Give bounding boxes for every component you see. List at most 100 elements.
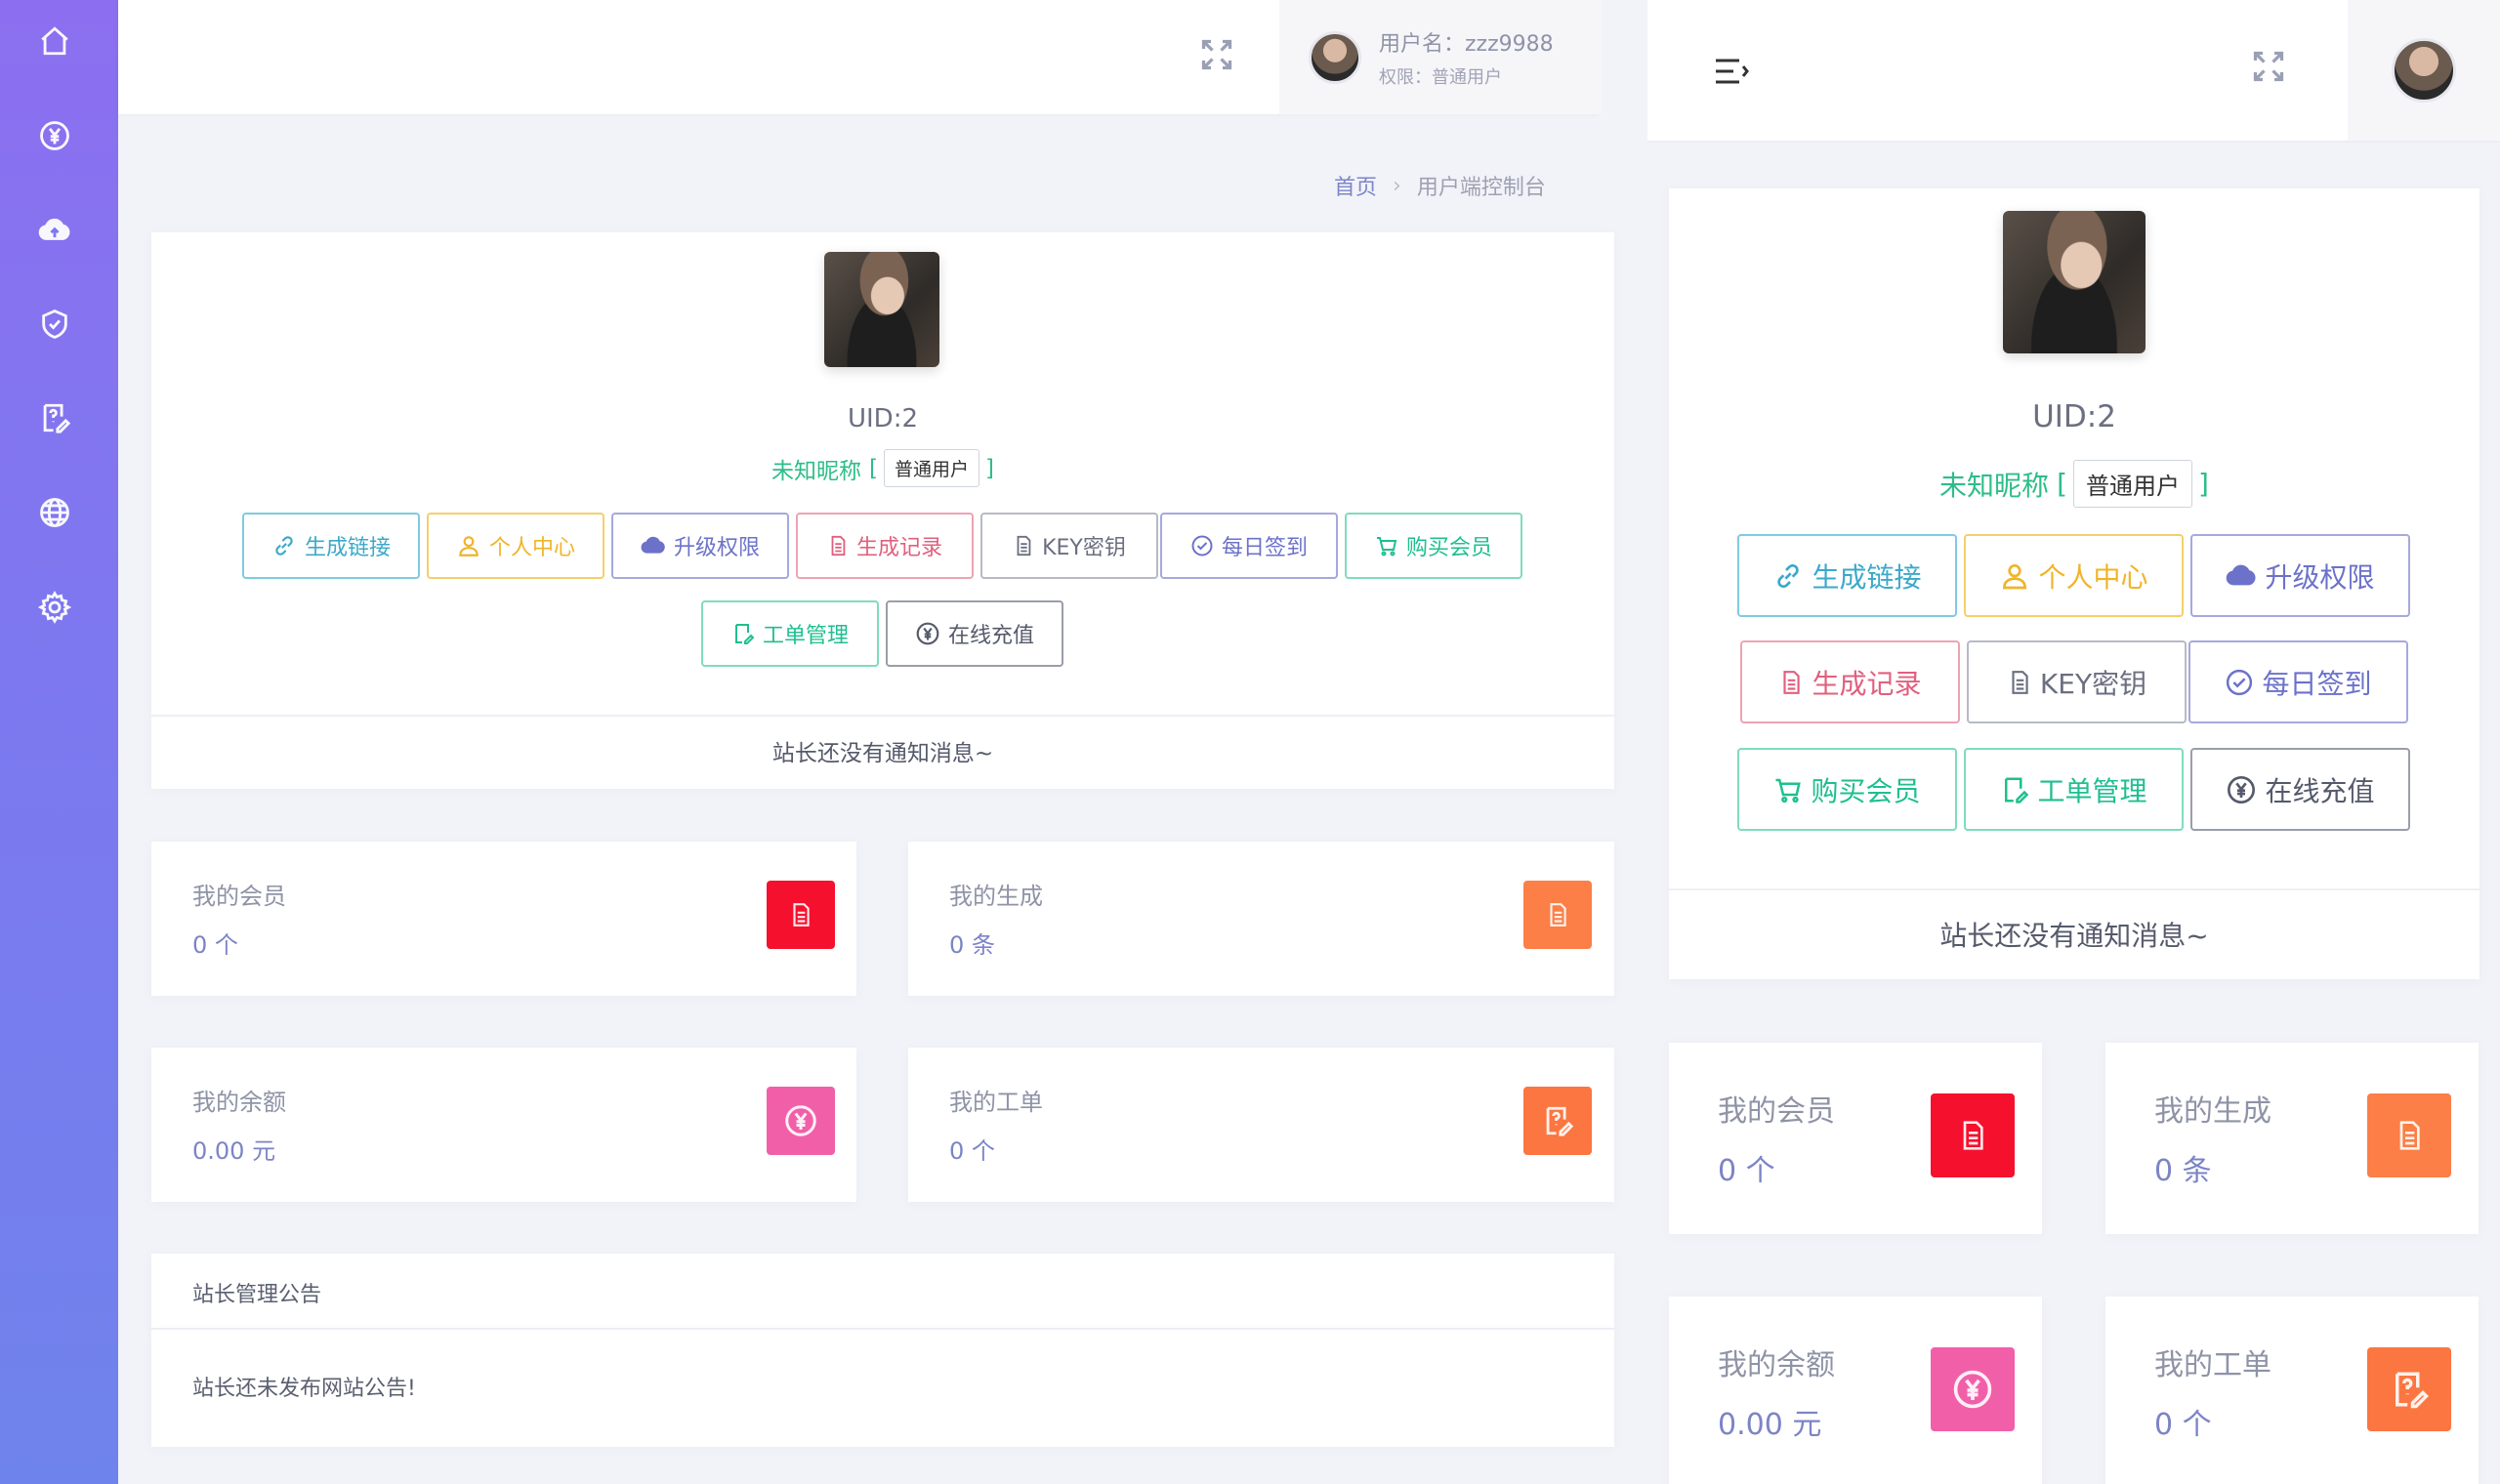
stat-card-tickets: 我的工单 0 个: [908, 1048, 1614, 1202]
user-info[interactable]: 用户名：zzz9988 权限：普通用户: [1279, 0, 1602, 114]
bracket-open: [: [2057, 468, 2067, 500]
uid-label: UID:2: [2032, 399, 2116, 434]
link-icon: [1772, 560, 1804, 592]
breadcrumb-current: 用户端控制台: [1416, 176, 1546, 200]
stat-card-balance: 我的余额 0.00 元: [151, 1048, 856, 1202]
uid-label: UID:2: [847, 404, 919, 433]
nickname-label: 未知昵称: [1939, 469, 2050, 502]
ticket-edit-icon: [1523, 1087, 1592, 1155]
fullscreen-icon[interactable]: [2251, 49, 2286, 84]
generate-record-button[interactable]: 生成记录: [1740, 640, 1960, 723]
stat-value: 0 个: [949, 1137, 995, 1165]
generate-link-button[interactable]: 生成链接: [242, 513, 420, 579]
key-secret-button[interactable]: KEY密钥: [980, 513, 1158, 579]
nickname-row: 未知昵称 [ 普通用户 ]: [151, 449, 1614, 487]
stat-label: 我的会员: [1718, 1094, 1835, 1129]
role-tag: 普通用户: [2073, 460, 2192, 508]
key-secret-label: KEY密钥: [1042, 536, 1126, 560]
user-info[interactable]: [2348, 0, 2500, 141]
stat-value: 0 条: [949, 931, 995, 959]
online-recharge-button[interactable]: 在线充值: [886, 600, 1063, 667]
personal-center-button[interactable]: 个人中心: [1964, 534, 2184, 617]
fullscreen-icon[interactable]: [1199, 37, 1234, 72]
daily-checkin-button[interactable]: 每日签到: [2188, 640, 2408, 723]
breadcrumb-separator: ›: [1393, 173, 1401, 198]
home-icon[interactable]: [35, 21, 74, 61]
bracket-close: ]: [985, 455, 994, 481]
ticket-management-button[interactable]: 工单管理: [1964, 748, 2184, 831]
document-icon: [1778, 670, 1804, 695]
announcement-title: 站长管理公告: [192, 1283, 322, 1307]
breadcrumb: 首页 › 用户端控制台: [1334, 170, 1546, 201]
upgrade-permission-button[interactable]: 升级权限: [611, 513, 789, 579]
ticket-management-label: 工单管理: [2037, 774, 2147, 807]
user-icon: [1999, 560, 2030, 592]
avatar[interactable]: [2392, 38, 2456, 103]
profile-photo: [2003, 211, 2146, 353]
upgrade-permission-label: 升级权限: [2265, 560, 2375, 594]
check-circle-icon: [1190, 534, 1214, 557]
announcement-body-card: 站长还未发布网站公告!: [151, 1330, 1614, 1447]
shield-check-icon[interactable]: [35, 305, 74, 344]
stat-card-membership: 我的会员 0 个: [1669, 1043, 2042, 1234]
yuan-icon[interactable]: [35, 116, 74, 155]
daily-checkin-label: 每日签到: [2262, 667, 2372, 700]
breadcrumb-home-link[interactable]: 首页: [1334, 170, 1377, 201]
personal-center-label: 个人中心: [2038, 560, 2148, 594]
buy-membership-button[interactable]: 购买会员: [1345, 513, 1522, 579]
stat-value: 0.00 元: [1718, 1408, 1822, 1442]
upgrade-permission-button[interactable]: 升级权限: [2190, 534, 2410, 617]
mobile-header: [1647, 0, 2500, 143]
buy-membership-button[interactable]: 购买会员: [1737, 748, 1957, 831]
top-header: 用户名：zzz9988 权限：普通用户: [118, 0, 1602, 114]
online-recharge-label: 在线充值: [947, 624, 1034, 648]
document-icon: [767, 881, 835, 949]
generate-record-label: 生成记录: [1812, 667, 1922, 700]
stat-value: 0 条: [2154, 1154, 2212, 1188]
globe-icon[interactable]: [35, 493, 74, 532]
stat-value: 0 个: [192, 931, 238, 959]
stat-label: 我的生成: [2154, 1094, 2271, 1129]
cart-icon: [1773, 775, 1803, 804]
yuan-circle-icon: [767, 1087, 835, 1155]
generate-link-label: 生成链接: [304, 536, 391, 560]
personal-center-button[interactable]: 个人中心: [427, 513, 604, 579]
daily-checkin-button[interactable]: 每日签到: [1160, 513, 1338, 579]
yuan-circle-icon: [1931, 1347, 2015, 1431]
generate-link-label: 生成链接: [1812, 560, 1922, 594]
ticket-icon[interactable]: [35, 398, 74, 437]
link-icon: [271, 533, 297, 558]
profile-card: UID:2 未知昵称 [ 普通用户 ] 生成链接 个人中心 升级权限 生成记录 …: [1669, 188, 2479, 979]
daily-checkin-label: 每日签到: [1221, 536, 1308, 560]
bracket-open: [: [869, 455, 878, 481]
cloud-upload-icon[interactable]: [35, 211, 74, 250]
stat-value: 0.00 元: [192, 1137, 276, 1165]
profile-photo: [824, 252, 939, 367]
avatar[interactable]: [1309, 30, 1361, 84]
document-icon: [2367, 1093, 2451, 1177]
announcement-body: 站长还未发布网站公告!: [192, 1377, 416, 1401]
yuan-circle-icon: [915, 621, 940, 646]
online-recharge-label: 在线充值: [2265, 774, 2375, 807]
stat-value: 0 个: [2154, 1408, 2212, 1442]
ticket-management-label: 工单管理: [762, 624, 849, 648]
stat-label: 我的工单: [2154, 1348, 2271, 1382]
role-tag: 普通用户: [883, 449, 979, 487]
nickname-label: 未知昵称: [771, 458, 861, 484]
bracket-close: ]: [2198, 468, 2209, 500]
stat-card-membership: 我的会员 0 个: [151, 842, 856, 996]
key-secret-button[interactable]: KEY密钥: [1967, 640, 2187, 723]
online-recharge-button[interactable]: 在线充值: [2190, 748, 2410, 831]
generate-record-button[interactable]: 生成记录: [796, 513, 974, 579]
menu-icon[interactable]: [1714, 57, 1749, 86]
document-icon: [827, 535, 849, 556]
check-circle-icon: [2225, 668, 2254, 697]
personal-center-label: 个人中心: [488, 536, 575, 560]
generate-link-button[interactable]: 生成链接: [1737, 534, 1957, 617]
ticket-edit-icon: [731, 622, 755, 645]
ticket-management-button[interactable]: 工单管理: [701, 600, 879, 667]
gear-icon[interactable]: [35, 588, 74, 627]
ticket-edit-icon: [2000, 775, 2029, 804]
cloud-upload-icon: [2226, 560, 2257, 592]
stat-label: 我的生成: [949, 883, 1043, 910]
